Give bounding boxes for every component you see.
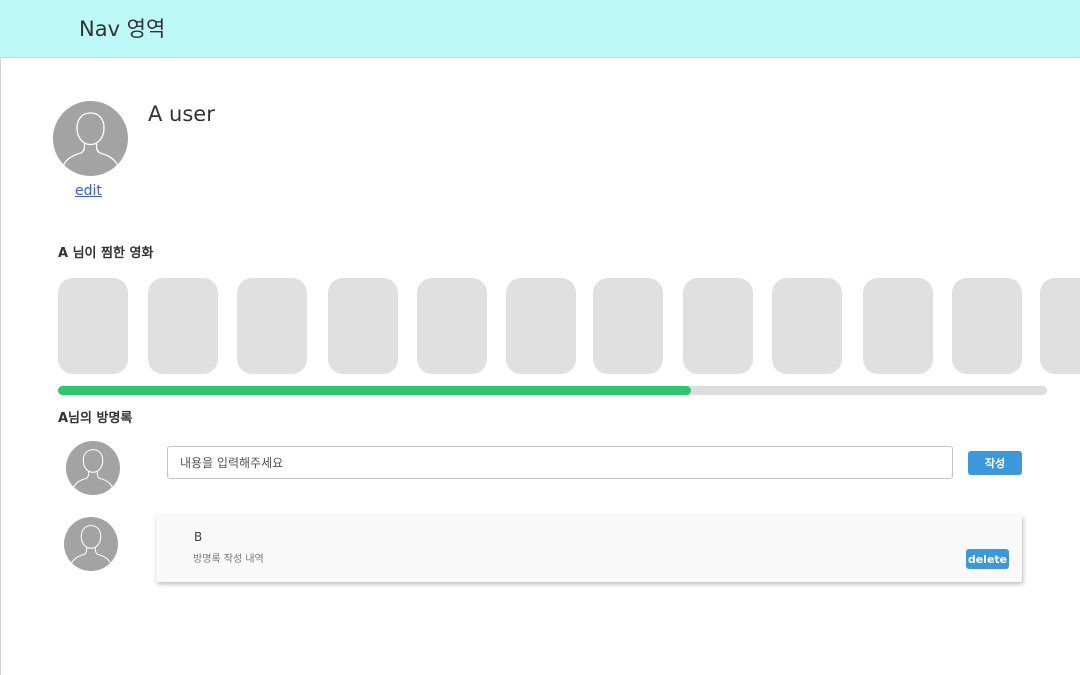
movie-card[interactable] bbox=[863, 278, 933, 374]
guestbook-section-title: A님의 방명록 bbox=[58, 411, 133, 426]
movie-card[interactable] bbox=[952, 278, 1022, 374]
profile-avatar bbox=[53, 101, 128, 176]
movies-scrollbar-thumb[interactable] bbox=[58, 386, 691, 395]
movie-card[interactable] bbox=[237, 278, 307, 374]
user-silhouette-icon bbox=[62, 112, 119, 166]
entry-author: B bbox=[194, 530, 203, 544]
guestbook-input[interactable] bbox=[167, 446, 953, 479]
nav-title: Nav 영역 bbox=[79, 17, 166, 41]
movie-card[interactable] bbox=[58, 278, 128, 374]
entry-content: 방명록 작성 내역 bbox=[193, 554, 264, 565]
favorite-movies-list[interactable] bbox=[58, 278, 1080, 374]
favorites-section-title: A 님이 찜한 영화 bbox=[58, 246, 154, 261]
writer-avatar bbox=[66, 441, 120, 495]
movies-scrollbar[interactable] bbox=[58, 386, 1047, 395]
profile-username: A user bbox=[148, 102, 215, 126]
movie-card[interactable] bbox=[148, 278, 218, 374]
nav-bar: Nav 영역 bbox=[0, 0, 1080, 58]
user-silhouette-icon bbox=[73, 449, 113, 488]
edit-profile-link[interactable]: edit bbox=[75, 183, 102, 199]
guestbook-entry: B 방명록 작성 내역 delete bbox=[156, 515, 1022, 582]
movie-card[interactable] bbox=[1040, 278, 1080, 374]
movie-card[interactable] bbox=[506, 278, 576, 374]
guestbook-submit-button[interactable]: 작성 bbox=[968, 451, 1022, 475]
page-left-border bbox=[0, 0, 1, 675]
movie-card[interactable] bbox=[328, 278, 398, 374]
entry-author-avatar bbox=[64, 517, 118, 571]
user-silhouette-icon bbox=[71, 525, 111, 564]
movie-card[interactable] bbox=[772, 278, 842, 374]
movie-card[interactable] bbox=[593, 278, 663, 374]
movie-card[interactable] bbox=[683, 278, 753, 374]
movie-card[interactable] bbox=[417, 278, 487, 374]
delete-entry-button[interactable]: delete bbox=[966, 549, 1009, 569]
